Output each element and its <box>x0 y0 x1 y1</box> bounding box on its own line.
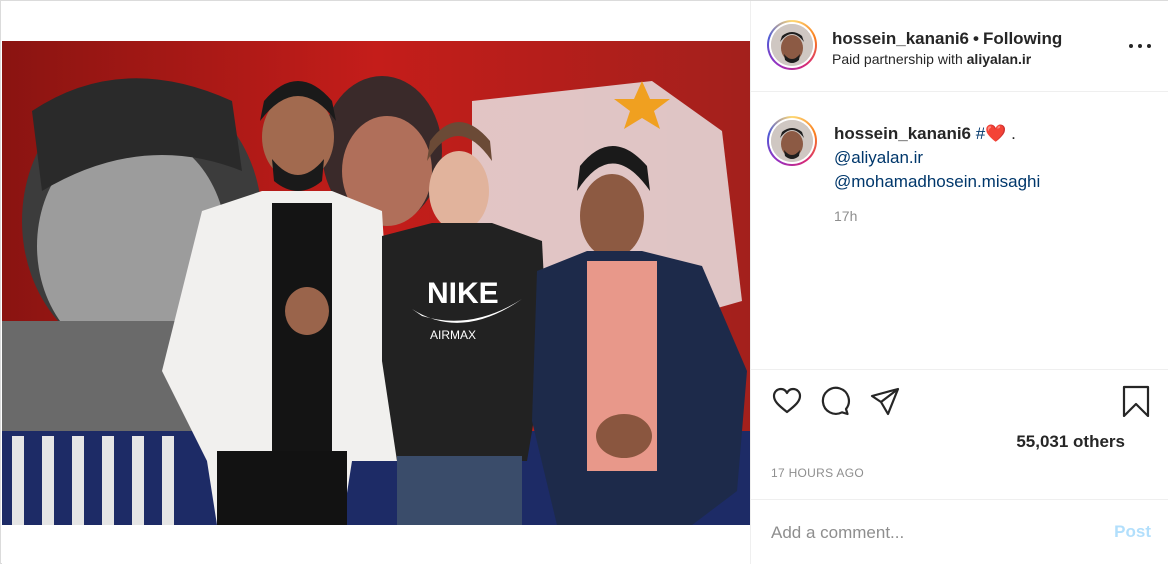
post-media: NIKE AIRMAX <box>2 2 750 564</box>
shirt-brand-text: NIKE <box>427 277 499 310</box>
post-caption: hossein_kanani6 #❤️ . @aliyalan.ir @moha… <box>751 92 1168 370</box>
bookmark-icon[interactable] <box>1120 385 1152 418</box>
likes-count[interactable]: 55,031 others <box>1016 432 1125 452</box>
post-header: hossein_kanani6 • Following Paid partnersh… <box>751 1 1168 92</box>
more-options-icon[interactable] <box>1129 37 1151 55</box>
following-button[interactable]: Following <box>983 29 1062 48</box>
partner-link[interactable]: aliyalan.ir <box>967 51 1032 67</box>
photo-illustration: NIKE AIRMAX <box>2 41 750 525</box>
share-icon[interactable] <box>869 385 901 417</box>
caption-hashtag-link[interactable]: #❤️ <box>976 124 1007 143</box>
header-user-line: hossein_kanani6 • Following <box>832 29 1062 49</box>
post-comment-button[interactable]: Post <box>1114 522 1151 542</box>
heart-icon[interactable] <box>771 385 803 417</box>
caption-username-link[interactable]: hossein_kanani6 <box>834 124 971 143</box>
paid-partnership-label: Paid partnership with <box>832 51 963 67</box>
caption-timestamp[interactable]: 17h <box>834 208 857 224</box>
posted-time[interactable]: 17 HOURS AGO <box>771 466 864 480</box>
caption-text: hossein_kanani6 #❤️ . @aliyalan.ir @moha… <box>834 122 1040 194</box>
action-bar <box>751 381 1168 421</box>
caption-avatar-image <box>771 120 813 162</box>
comment-section: Post <box>751 499 1168 564</box>
username-link[interactable]: hossein_kanani6 <box>832 29 969 48</box>
comment-icon[interactable] <box>819 385 851 417</box>
mention-link-aliyalan[interactable]: @aliyalan.ir <box>834 146 1040 170</box>
shirt-sub-text: AIRMAX <box>430 328 476 342</box>
caption-suffix: . <box>1011 124 1016 143</box>
post-side-panel: hossein_kanani6 • Following Paid partnersh… <box>750 1 1168 564</box>
separator-dot: • <box>973 29 979 48</box>
heart-emoji-icon: ❤️ <box>985 124 1007 143</box>
avatar[interactable] <box>767 20 817 70</box>
caption-avatar[interactable] <box>767 116 817 166</box>
post-photo[interactable]: NIKE AIRMAX <box>2 41 750 525</box>
hash-symbol: # <box>975 124 986 143</box>
avatar-image <box>771 24 813 66</box>
post-dialog: NIKE AIRMAX hossein_kanani6 • Following … <box>0 0 1168 564</box>
mention-link-misaghi[interactable]: @mohamadhosein.misaghi <box>834 170 1040 194</box>
paid-partnership-line: Paid partnership with aliyalan.ir <box>832 51 1031 67</box>
comment-input[interactable] <box>771 520 1091 546</box>
